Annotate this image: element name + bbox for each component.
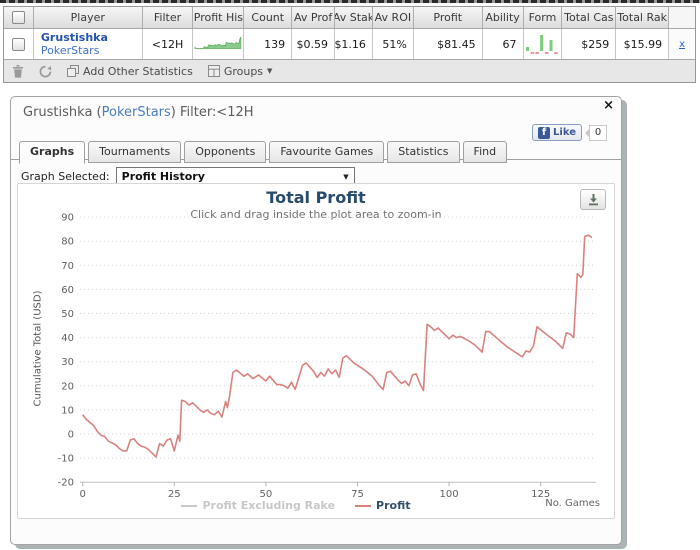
column-header-count[interactable]: Count bbox=[244, 7, 293, 28]
svg-text:-10: -10 bbox=[58, 454, 74, 465]
panel-title-site: PokerStars bbox=[101, 105, 171, 120]
add-other-statistics-button[interactable]: Add Other Statistics bbox=[67, 65, 193, 78]
refresh-icon bbox=[39, 65, 52, 77]
player-site-link[interactable]: PokerStars bbox=[41, 44, 100, 57]
av-prof-cell: $0.59 bbox=[292, 29, 336, 59]
svg-text:90: 90 bbox=[61, 213, 74, 224]
form-mini-bars bbox=[526, 35, 559, 54]
tab-bar: Graphs Tournaments Opponents Favourite G… bbox=[19, 141, 508, 164]
column-header-ability[interactable]: Ability bbox=[483, 7, 524, 28]
groups-icon bbox=[207, 65, 220, 77]
svg-text:20: 20 bbox=[61, 381, 74, 392]
like-count: 0 bbox=[589, 124, 607, 141]
like-label: Like bbox=[553, 127, 576, 138]
svg-text:40: 40 bbox=[61, 333, 74, 344]
tab-opponents[interactable]: Opponents bbox=[184, 141, 267, 163]
trash-icon bbox=[13, 64, 23, 78]
select-all-checkbox[interactable] bbox=[11, 11, 25, 24]
table-toolbar: Add Other Statistics Groups ▼ bbox=[4, 59, 695, 82]
table-header-row: Player Filter Profit His Count Av Prof A… bbox=[4, 7, 695, 28]
add-other-statistics-label: Add Other Statistics bbox=[83, 64, 193, 78]
legend-item-profit[interactable]: Profit bbox=[355, 499, 411, 512]
tab-favourite-games[interactable]: Favourite Games bbox=[269, 141, 385, 163]
column-header-player[interactable]: Player bbox=[34, 7, 143, 28]
plot-area[interactable]: -20-1001020304050607080900 25 50 75 100 125 bbox=[18, 184, 616, 520]
profit-cell: $81.45 bbox=[414, 29, 483, 59]
refresh-button[interactable] bbox=[39, 65, 52, 78]
svg-text:70: 70 bbox=[61, 261, 74, 272]
graph-selected-label: Graph Selected: bbox=[21, 169, 110, 183]
column-header-filter[interactable]: Filter bbox=[143, 7, 194, 28]
player-name-link[interactable]: Grustishka bbox=[41, 31, 108, 44]
profit-sparkline bbox=[194, 37, 242, 50]
remove-row-link[interactable]: x bbox=[679, 39, 685, 50]
legend-label: Profit Excluding Rake bbox=[202, 499, 336, 512]
tab-find[interactable]: Find bbox=[462, 141, 508, 163]
facebook-like-widget: f Like 0 bbox=[532, 124, 607, 141]
legend-swatch bbox=[355, 504, 372, 507]
profit-history-sparkline-cell bbox=[193, 29, 245, 59]
profit-chart: Total Profit Click and drag inside the p… bbox=[17, 183, 615, 519]
legend-swatch bbox=[181, 504, 198, 507]
column-header-total-rake[interactable]: Total Rak bbox=[616, 7, 670, 28]
panel-title: Grustishka (PokerStars) Filter:<12H bbox=[23, 105, 254, 120]
column-header-profit[interactable]: Profit bbox=[414, 7, 483, 28]
column-header-av-roi[interactable]: Av ROI bbox=[373, 7, 414, 28]
x-axis-title: No. Games bbox=[545, 498, 600, 509]
column-header-total-cash[interactable]: Total Cas bbox=[562, 7, 617, 28]
svg-text:60: 60 bbox=[61, 285, 74, 296]
player-detail-panel: × Grustishka (PokerStars) Filter:<12H f … bbox=[10, 96, 622, 545]
svg-text:-20: -20 bbox=[58, 478, 74, 489]
panel-title-filter: ) Filter:<12H bbox=[170, 105, 254, 120]
total-rake-cell: $15.99 bbox=[616, 29, 670, 59]
av-roi-cell: 51% bbox=[373, 29, 414, 59]
groups-caret-icon: ▼ bbox=[267, 67, 273, 75]
svg-text:80: 80 bbox=[61, 237, 74, 248]
remove-cell: x bbox=[669, 29, 696, 59]
copy-icon bbox=[67, 65, 79, 77]
panel-title-player: Grustishka ( bbox=[23, 105, 102, 120]
column-header-form[interactable]: Form bbox=[524, 7, 563, 28]
tab-statistics[interactable]: Statistics bbox=[387, 141, 460, 163]
tab-graphs[interactable]: Graphs bbox=[19, 141, 86, 164]
groups-label: Groups bbox=[223, 64, 264, 78]
chart-legend: Profit Excluding Rake Profit bbox=[18, 499, 574, 512]
filter-cell: <12H bbox=[143, 29, 194, 59]
legend-label: Profit bbox=[376, 499, 411, 512]
select-all-cell bbox=[4, 7, 34, 28]
select-caret-icon: ▼ bbox=[343, 173, 349, 181]
row-checkbox-cell bbox=[4, 29, 34, 59]
row-checkbox[interactable] bbox=[11, 37, 25, 51]
results-table: Player Filter Profit His Count Av Prof A… bbox=[3, 6, 696, 83]
like-button[interactable]: f Like bbox=[532, 124, 582, 141]
facebook-icon: f bbox=[538, 126, 551, 139]
tab-tournaments[interactable]: Tournaments bbox=[88, 141, 182, 163]
legend-item-profit-excluding-rake[interactable]: Profit Excluding Rake bbox=[181, 499, 335, 512]
column-header-remove bbox=[669, 7, 695, 28]
total-cash-cell: $259 bbox=[562, 29, 617, 59]
column-header-profit-history[interactable]: Profit His bbox=[193, 7, 245, 28]
close-panel-button[interactable]: × bbox=[603, 98, 614, 113]
window-top-edge bbox=[0, 0, 700, 3]
ability-cell: 67 bbox=[483, 29, 524, 59]
column-header-av-prof[interactable]: Av Prof bbox=[292, 7, 336, 28]
av-stak-cell: $1.16 bbox=[335, 29, 373, 59]
count-cell: 139 bbox=[244, 29, 293, 59]
player-cell: Grustishka PokerStars bbox=[34, 29, 143, 59]
groups-button[interactable]: Groups ▼ bbox=[207, 64, 273, 78]
svg-text:30: 30 bbox=[61, 357, 74, 368]
delete-button[interactable] bbox=[12, 64, 24, 78]
svg-text:10: 10 bbox=[61, 405, 74, 416]
form-cell bbox=[524, 29, 563, 59]
column-header-av-stak[interactable]: Av Stak bbox=[335, 7, 373, 28]
table-row: Grustishka PokerStars <12H 139 $0.59 $1.… bbox=[4, 28, 696, 59]
svg-text:0: 0 bbox=[68, 430, 74, 441]
graph-type-value: Profit History bbox=[121, 170, 205, 183]
svg-text:50: 50 bbox=[61, 309, 74, 320]
